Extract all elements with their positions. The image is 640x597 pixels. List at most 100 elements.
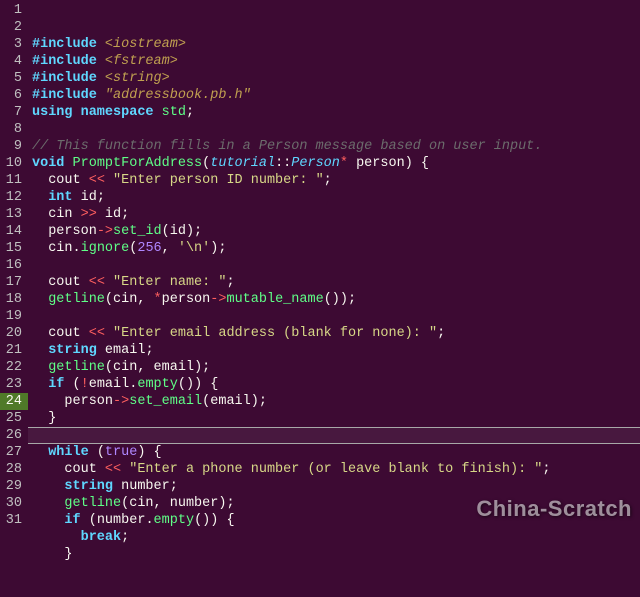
token-pun: . xyxy=(73,241,81,256)
token-op: -> xyxy=(113,394,129,409)
line-number: 5 xyxy=(0,70,22,87)
token-pun: ()) { xyxy=(178,377,219,392)
line-number: 19 xyxy=(0,308,22,325)
token-fn: set_id xyxy=(113,224,162,239)
line-number: 31 xyxy=(0,512,22,529)
token-pun: ; xyxy=(121,207,129,222)
token-op: * xyxy=(154,292,162,307)
token-kw: break xyxy=(81,530,122,545)
line-number: 4 xyxy=(0,53,22,70)
code-line: #include "addressbook.pb.h" xyxy=(32,87,640,104)
token-id: email xyxy=(89,377,130,392)
token-kw: using xyxy=(32,105,81,120)
token-type: tutorial xyxy=(210,156,275,171)
token-id: email xyxy=(154,360,195,375)
token-id xyxy=(32,496,64,511)
line-number: 23 xyxy=(0,376,22,393)
token-num: true xyxy=(105,445,137,460)
token-pun: ( xyxy=(97,445,105,460)
code-line xyxy=(32,308,640,325)
token-str: "Enter name: " xyxy=(113,275,226,290)
token-id: email xyxy=(105,343,146,358)
token-kw: string xyxy=(48,343,105,358)
token-id: number xyxy=(97,513,146,528)
token-pun: , xyxy=(137,292,153,307)
line-number: 22 xyxy=(0,359,22,376)
token-op: -> xyxy=(97,224,113,239)
token-kw: void xyxy=(32,156,73,171)
line-number: 6 xyxy=(0,87,22,104)
token-fn: mutable_name xyxy=(226,292,323,307)
code-editor: 1234567891011121314151617181920212223242… xyxy=(0,0,640,535)
token-fn: std xyxy=(162,105,186,120)
token-pun: ; xyxy=(542,462,550,477)
code-line: person->set_id(id); xyxy=(32,223,640,240)
token-pun: ; xyxy=(170,479,178,494)
code-line xyxy=(32,121,640,138)
token-kw: while xyxy=(48,445,97,460)
token-pun: ); xyxy=(251,394,267,409)
token-id: cin xyxy=(129,496,153,511)
line-number: 12 xyxy=(0,189,22,206)
token-kw: if xyxy=(64,513,88,528)
code-line: #include <string> xyxy=(32,70,640,87)
code-line: // This function fills in a Person messa… xyxy=(32,138,640,155)
token-id xyxy=(32,513,64,528)
token-pun: ); xyxy=(218,496,234,511)
token-kw: string xyxy=(64,479,121,494)
code-line: getline(cin, number); xyxy=(32,495,640,512)
code-line: while (true) { xyxy=(32,444,640,461)
code-line: getline(cin, email); xyxy=(32,359,640,376)
code-line xyxy=(32,257,640,274)
token-op: * xyxy=(340,156,356,171)
token-pun: ; xyxy=(97,190,105,205)
token-pun: ( xyxy=(162,224,170,239)
token-id: cout xyxy=(32,462,105,477)
token-fn: set_email xyxy=(129,394,202,409)
token-id: number xyxy=(121,479,170,494)
line-number: 27 xyxy=(0,444,22,461)
token-pp: #include xyxy=(32,71,105,86)
code-line: #include <fstream> xyxy=(32,53,640,70)
token-id xyxy=(32,360,48,375)
token-pun: ; xyxy=(437,326,445,341)
token-fn: ignore xyxy=(81,241,130,256)
token-pp: #include xyxy=(32,88,105,103)
token-pun: ( xyxy=(89,513,97,528)
token-inc: <fstream> xyxy=(105,54,178,69)
line-number: 17 xyxy=(0,274,22,291)
token-inc: "addressbook.pb.h" xyxy=(105,88,251,103)
code-line: cin.ignore(256, '\n'); xyxy=(32,240,640,257)
token-pun: ) { xyxy=(137,445,161,460)
token-inc: <string> xyxy=(105,71,170,86)
token-pun: ; xyxy=(324,173,332,188)
token-pun: ()); xyxy=(324,292,356,307)
token-pun: ()) { xyxy=(194,513,235,528)
line-number: 20 xyxy=(0,325,22,342)
token-inc: <iostream> xyxy=(105,37,186,52)
token-pp: #include xyxy=(32,54,105,69)
token-pun: :: xyxy=(275,156,291,171)
code-line: } xyxy=(32,410,640,427)
code-line: cout << "Enter name: "; xyxy=(32,274,640,291)
token-str: "Enter person ID number: " xyxy=(113,173,324,188)
token-type: Person xyxy=(291,156,340,171)
token-id: cin xyxy=(113,360,137,375)
token-fn: empty xyxy=(137,377,178,392)
line-number-gutter: 1234567891011121314151617181920212223242… xyxy=(0,0,28,535)
code-line: void PromptForAddress(tutorial::Person* … xyxy=(32,155,640,172)
token-kw: if xyxy=(48,377,72,392)
token-num: 256 xyxy=(137,241,161,256)
token-id: cout xyxy=(32,173,89,188)
code-line: cin >> id; xyxy=(32,206,640,223)
token-id xyxy=(32,530,81,545)
token-id: person xyxy=(356,156,405,171)
token-op: >> xyxy=(81,207,105,222)
code-area: #include <iostream>#include <fstream>#in… xyxy=(28,0,640,535)
token-fn: getline xyxy=(48,292,105,307)
token-id xyxy=(32,377,48,392)
token-pun: . xyxy=(145,513,153,528)
token-id: } xyxy=(32,411,56,426)
line-number: 1 xyxy=(0,2,22,19)
token-op: -> xyxy=(210,292,226,307)
